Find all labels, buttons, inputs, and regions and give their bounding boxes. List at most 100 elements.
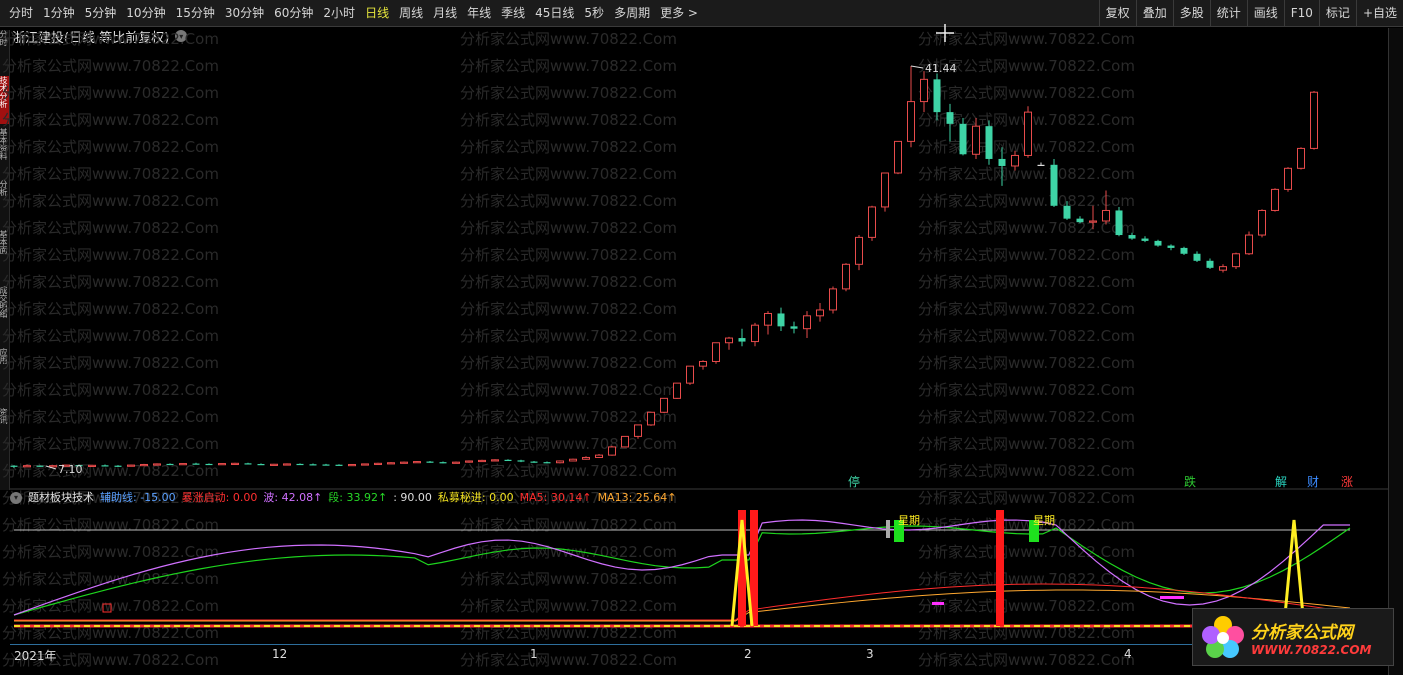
candle-body (231, 462, 239, 466)
candle-body (1310, 91, 1318, 149)
watermark-text: 分析家公式网www.70822.Com (460, 354, 677, 372)
candle-body (322, 464, 330, 466)
signal-marker-0: 停 (848, 474, 860, 489)
indicator-param-6: MA5: 30.14↑ (519, 491, 592, 504)
axis-label-0: 2021年 (14, 649, 57, 663)
watermark-text: 分析家公式网www.70822.Com (460, 192, 677, 210)
watermark-text: 分析家公式网www.70822.Com (2, 300, 219, 318)
watermark-text: 分析家公式网www.70822.Com (918, 273, 1135, 291)
watermark-text: 分析家公式网www.70822.Com (2, 516, 219, 534)
candle-body (1011, 154, 1019, 167)
collapse-icon[interactable]: ▾ (10, 492, 22, 504)
candle-body (504, 459, 512, 462)
watermark-text: 分析家公式网www.70822.Com (918, 462, 1135, 480)
candle-body (244, 463, 252, 465)
watermark-text: 分析家公式网www.70822.Com (460, 570, 677, 588)
indicator-param-4: : 90.00 (393, 491, 432, 504)
watermark-text: 分析家公式网www.70822.Com (2, 543, 219, 561)
signal-marker-1: 跌 (1184, 474, 1196, 489)
watermark-text: 分析家公式网www.70822.Com (918, 516, 1135, 534)
candle-body (881, 172, 889, 208)
candle-body (205, 463, 213, 466)
candle-body (127, 464, 135, 467)
candle-body (1297, 147, 1305, 169)
watermark-text: 分析家公式网www.70822.Com (460, 381, 677, 399)
watermark-text: 分析家公式网www.70822.Com (460, 300, 677, 318)
candle-body (10, 465, 18, 467)
chart-canvas: 分析家公式网www.70822.Com 分析家公式网www.70822.Com 分析… (2, 24, 1388, 669)
candle-body (855, 236, 863, 265)
candle-body (1167, 245, 1175, 248)
candle-body (959, 123, 967, 155)
magenta-marker (1160, 596, 1184, 599)
axis-label-1: 12 (272, 647, 288, 661)
candle-body (751, 324, 759, 343)
axis-label-4: 3 (866, 647, 874, 661)
watermark-text: 分析家公式网www.70822.Com (460, 111, 677, 129)
watermark-text: 分析家公式网www.70822.Com (918, 192, 1135, 210)
candle-body (1141, 238, 1149, 241)
candle-body (348, 463, 356, 467)
candle-body (725, 337, 733, 344)
candle-body (374, 462, 382, 466)
candle-body (868, 206, 876, 238)
watermark-text: 分析家公式网www.70822.Com (2, 165, 219, 183)
watermark-text: 分析家公式网www.70822.Com (2, 219, 219, 237)
candle-body (1271, 188, 1279, 211)
watermark-text: 分析家公式网www.70822.Com (460, 219, 677, 237)
right-scroll-strip[interactable] (1388, 28, 1403, 675)
watermark-text: 分析家公式网www.70822.Com (460, 30, 677, 48)
watermark-text: 分析家公式网www.70822.Com (2, 570, 219, 588)
candle-body (140, 463, 148, 467)
candle-body (712, 342, 720, 362)
logo-url: WWW.70822.COM (1251, 642, 1372, 657)
candle-body (361, 463, 369, 466)
candle-body (595, 454, 603, 458)
watermark-text: 分析家公式网www.70822.Com (2, 327, 219, 345)
candle-body (829, 288, 837, 311)
indicator-param-1: 暴涨启动: 0.00 (181, 491, 258, 504)
candle-body (686, 365, 694, 384)
watermark-text: 分析家公式网www.70822.Com (2, 138, 219, 156)
candle-body (1284, 167, 1292, 190)
watermark-text: 分析家公式网www.70822.Com (460, 408, 677, 426)
candle-body (946, 112, 954, 124)
watermark-text: 分析家公式网www.70822.Com (2, 192, 219, 210)
candle-body (907, 101, 915, 142)
candle-body (1180, 247, 1188, 254)
candle-body (634, 424, 642, 437)
candle-body (478, 459, 486, 463)
candle-body (335, 464, 343, 466)
logo-title: 分析家公式网 (1251, 622, 1353, 643)
axis-label-3: 2 (744, 647, 752, 661)
watermark-text: 分析家公式网www.70822.Com (2, 273, 219, 291)
watermark-text: 分析家公式网www.70822.Com (2, 408, 219, 426)
watermark-text: 分析家公式网www.70822.Com (460, 84, 677, 102)
watermark-text: 分析家公式网www.70822.Com (2, 381, 219, 399)
watermark-text: 分析家公式网www.70822.Com (918, 219, 1135, 237)
candle-body (660, 397, 668, 413)
candle-body (192, 463, 200, 465)
watermark-text: 分析家公式网www.70822.Com (2, 57, 219, 75)
flower-logo-icon (1202, 616, 1244, 658)
candle-body (608, 446, 616, 456)
candle-body (114, 465, 122, 467)
candle-body (257, 464, 265, 466)
candle-body (1245, 234, 1253, 255)
candle-body (998, 158, 1006, 166)
candle-body (582, 456, 590, 460)
launch-bar (996, 510, 1004, 626)
watermark-text: 分析家公式网www.70822.Com (918, 489, 1135, 507)
candle-body (88, 464, 96, 468)
candle-body (1089, 220, 1097, 223)
candle-body (647, 411, 655, 426)
candle-body (621, 435, 629, 448)
watermark-text: 分析家公式网www.70822.Com (918, 354, 1135, 372)
signal-marker-2: 解 (1275, 475, 1287, 489)
candle-body (1206, 260, 1214, 268)
candle-body (387, 462, 395, 465)
week-tag-marker (886, 520, 890, 538)
candle-body (933, 79, 941, 113)
magenta-marker (932, 602, 944, 605)
week-tag-label: 星期 (1033, 514, 1055, 527)
